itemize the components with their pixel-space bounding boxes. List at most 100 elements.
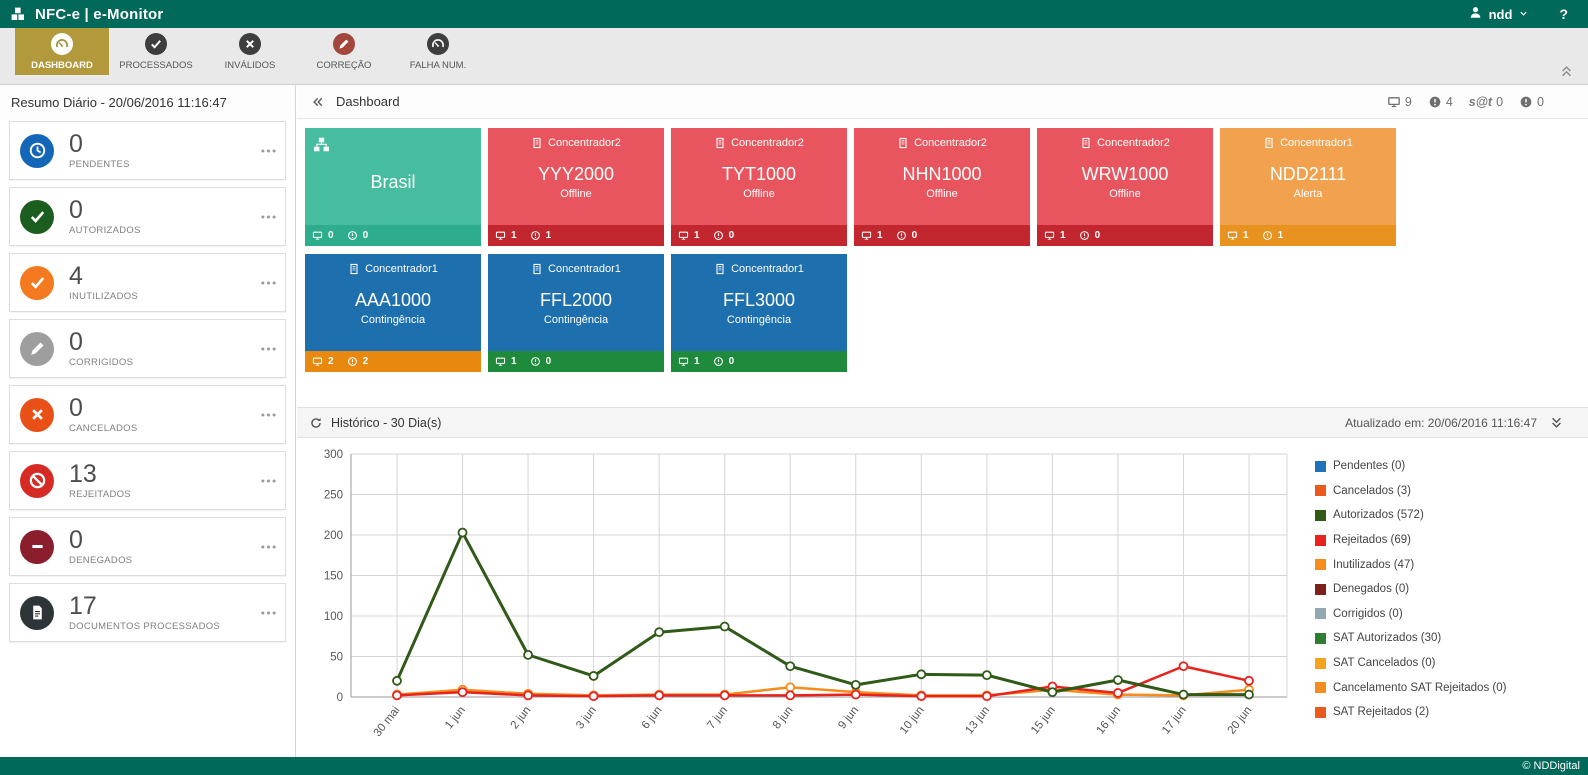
- gauge-icon: [51, 33, 73, 55]
- building-icon: [714, 137, 726, 149]
- user-menu[interactable]: ndd: [1468, 5, 1530, 23]
- legend-item-8[interactable]: SAT Cancelados (0): [1315, 651, 1506, 676]
- status-monitor-0: 9: [1387, 95, 1412, 109]
- svg-text:250: 250: [324, 490, 343, 502]
- card-menu-button[interactable]: [260, 472, 277, 489]
- summary-card-corrigidos[interactable]: 0CORRIGIDOS: [9, 319, 286, 378]
- doc-icon: [20, 596, 54, 630]
- tile-footer: 11: [1220, 225, 1396, 246]
- tile-nhn1000[interactable]: Concentrador2NHN1000Offline10: [854, 128, 1030, 246]
- legend-item-3[interactable]: Rejeitados (69): [1315, 528, 1506, 553]
- history-header: Histórico - 30 Dia(s) Atualizado em: 20/…: [297, 408, 1588, 438]
- legend-label: Cancelados (3): [1333, 485, 1411, 497]
- tile-alert-count: 0: [546, 356, 552, 367]
- svg-text:6 jun: 6 jun: [640, 704, 665, 731]
- collapse-history-icon[interactable]: [1549, 415, 1564, 430]
- card-label: PENDENTES: [69, 159, 130, 170]
- tile-group: Concentrador1: [365, 263, 438, 275]
- monitor-icon: [1387, 95, 1401, 109]
- legend-label: Inutilizados (47): [1333, 559, 1414, 571]
- help-button[interactable]: ?: [1559, 6, 1568, 22]
- tile-name: FFL3000: [671, 290, 847, 311]
- alert-icon: [896, 230, 907, 241]
- refresh-icon[interactable]: [309, 416, 323, 430]
- svg-text:17 jun: 17 jun: [1160, 704, 1189, 736]
- tile-footer: 22: [305, 351, 481, 372]
- tab-correcao[interactable]: CORREÇÃO: [297, 28, 391, 75]
- main-panel: Dashboard 94s@t00 Brasil00Concentrador2Y…: [297, 85, 1588, 757]
- tile-name: FFL2000: [488, 290, 664, 311]
- tile-footer: 10: [854, 225, 1030, 246]
- card-menu-button[interactable]: [260, 604, 277, 621]
- tile-footer: 10: [1037, 225, 1213, 246]
- tile-aaa1000[interactable]: Concentrador1AAA1000Contingência22: [305, 254, 481, 372]
- status-alert-3: 0: [1519, 95, 1544, 109]
- tile-group: Concentrador1: [1280, 137, 1353, 149]
- pencil-icon: [20, 332, 54, 366]
- tile-ffl3000[interactable]: Concentrador1FFL3000Contingência10: [671, 254, 847, 372]
- tile-brasil[interactable]: Brasil00: [305, 128, 481, 246]
- summary-card-denegados[interactable]: 0DENEGADOS: [9, 517, 286, 576]
- legend-item-9[interactable]: Cancelamento SAT Rejeitados (0): [1315, 675, 1506, 700]
- card-menu-button[interactable]: [260, 274, 277, 291]
- tab-dashboard[interactable]: DASHBOARD: [15, 28, 109, 75]
- summary-card-rejeitados[interactable]: 13REJEITADOS: [9, 451, 286, 510]
- building-icon: [714, 263, 726, 275]
- legend-item-4[interactable]: Inutilizados (47): [1315, 552, 1506, 577]
- tile-ndd2111[interactable]: Concentrador1NDD2111Alerta11: [1220, 128, 1396, 246]
- tile-ffl2000[interactable]: Concentrador1FFL2000Contingência10: [488, 254, 664, 372]
- tile-status: Contingência: [671, 314, 847, 326]
- tile-status: Contingência: [305, 314, 481, 326]
- legend-item-1[interactable]: Cancelados (3): [1315, 479, 1506, 504]
- summary-card-cancelados[interactable]: 0CANCELADOS: [9, 385, 286, 444]
- monitor-icon: [312, 356, 323, 367]
- card-menu-button[interactable]: [260, 538, 277, 555]
- tile-wrw1000[interactable]: Concentrador2WRW1000Offline10: [1037, 128, 1213, 246]
- svg-text:150: 150: [324, 571, 343, 583]
- collapse-toolbar-icon[interactable]: [1559, 64, 1574, 79]
- card-menu-button[interactable]: [260, 340, 277, 357]
- building-icon: [897, 137, 909, 149]
- daily-summary-sidebar: Resumo Diário - 20/06/2016 11:16:47 0PEN…: [0, 85, 296, 757]
- summary-card-documentos-processados[interactable]: 17DOCUMENTOS PROCESSADOS: [9, 583, 286, 642]
- clock-icon: [20, 134, 54, 168]
- legend-swatch: [1315, 633, 1326, 644]
- legend-swatch: [1315, 658, 1326, 669]
- svg-text:2 jun: 2 jun: [509, 704, 534, 731]
- monitor-icon: [678, 230, 689, 241]
- card-label: INUTILIZADOS: [69, 291, 138, 302]
- monitor-icon: [861, 230, 872, 241]
- summary-card-pendentes[interactable]: 0PENDENTES: [9, 121, 286, 180]
- svg-text:100: 100: [324, 611, 343, 623]
- collapse-sidebar-icon[interactable]: [311, 95, 325, 109]
- building-icon: [1263, 137, 1275, 149]
- legend-item-10[interactable]: SAT Rejeitados (2): [1315, 700, 1506, 725]
- legend-item-0[interactable]: Pendentes (0): [1315, 454, 1506, 479]
- sidebar-header: Resumo Diário - 20/06/2016 11:16:47: [0, 85, 295, 119]
- card-menu-button[interactable]: [260, 142, 277, 159]
- legend-item-7[interactable]: SAT Autorizados (30): [1315, 626, 1506, 651]
- svg-text:9 jun: 9 jun: [836, 704, 861, 731]
- tile-footer: 10: [488, 351, 664, 372]
- summary-card-inutilizados[interactable]: 4INUTILIZADOS: [9, 253, 286, 312]
- card-value: 13: [69, 461, 131, 487]
- history-chart-area: 05010015020025030030 mai1 jun2 jun3 jun6…: [303, 444, 1303, 746]
- tab-processados[interactable]: PROCESSADOS: [109, 28, 203, 75]
- card-menu-button[interactable]: [260, 208, 277, 225]
- card-value: 17: [69, 593, 220, 619]
- legend-item-5[interactable]: Denegados (0): [1315, 577, 1506, 602]
- tile-yyy2000[interactable]: Concentrador2YYY2000Offline11: [488, 128, 664, 246]
- x-icon: [239, 33, 261, 55]
- legend-item-6[interactable]: Corrigidos (0): [1315, 602, 1506, 627]
- card-value: 0: [69, 197, 141, 223]
- tab-invalidos[interactable]: INVÁLIDOS: [203, 28, 297, 75]
- legend-item-2[interactable]: Autorizados (572): [1315, 503, 1506, 528]
- tile-tyt1000[interactable]: Concentrador2TYT1000Offline10: [671, 128, 847, 246]
- tile-group: Concentrador2: [1097, 137, 1170, 149]
- tab-falha-num[interactable]: FALHA NUM.: [391, 28, 485, 75]
- card-menu-button[interactable]: [260, 406, 277, 423]
- tab-label: PROCESSADOS: [119, 60, 192, 71]
- summary-card-autorizados[interactable]: 0AUTORIZADOS: [9, 187, 286, 246]
- legend-label: Cancelamento SAT Rejeitados (0): [1333, 682, 1506, 694]
- tile-name: WRW1000: [1037, 164, 1213, 185]
